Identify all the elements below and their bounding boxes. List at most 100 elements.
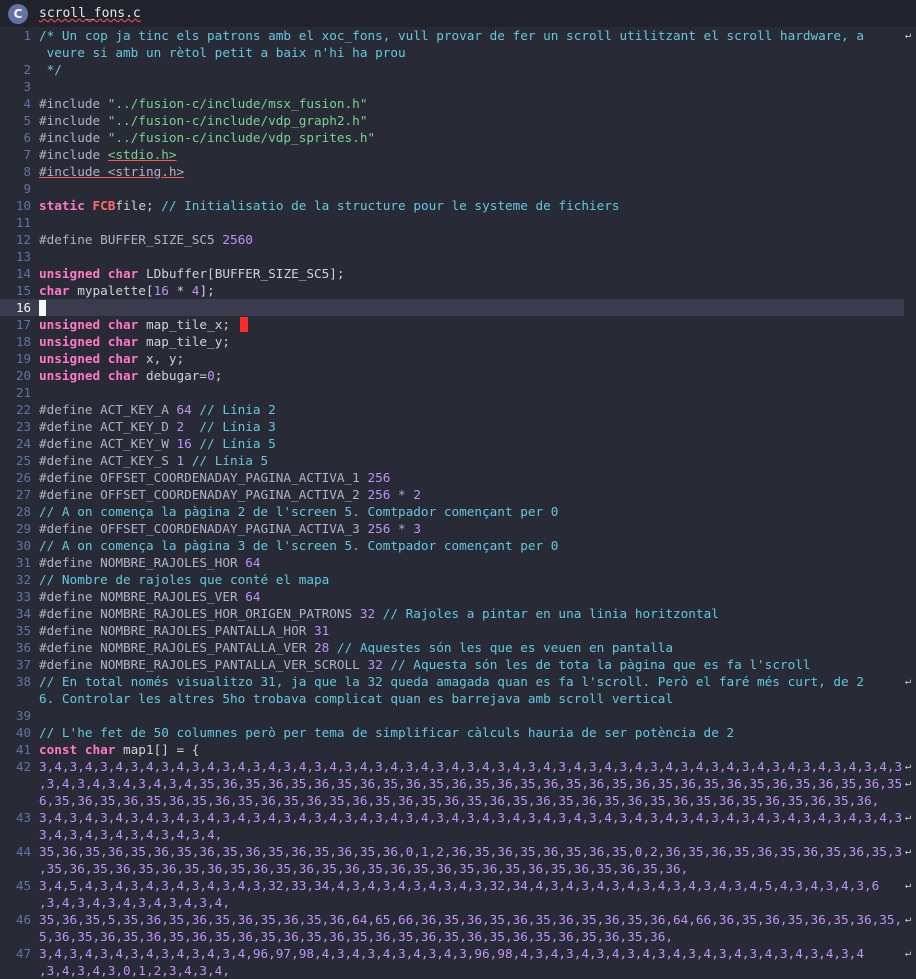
line-number: 23	[15, 419, 31, 434]
code-editor[interactable]: 1 /* Un cop ja tinc els patrons amb el xo…	[0, 27, 916, 979]
code-token: ,3,4,3,4,3,4,3,4,3,4,3,4,	[39, 895, 230, 910]
code-line[interactable]: static FCBfile; // Initialisatio de la s…	[39, 197, 903, 214]
code-token: ;	[214, 368, 223, 383]
code-line[interactable]: 3,4,3,4,3,4,3,4,3,4,3,4,	[39, 826, 903, 843]
line-number: 44	[15, 844, 31, 859]
current-line-highlight	[0, 299, 904, 316]
line-number: 21	[15, 385, 31, 400]
code-token: debugar=	[145, 368, 208, 383]
code-line[interactable]: 3,4,3,4,3,4,3,4,3,4,3,4,3,4,3,4,3,4,3,4,…	[39, 809, 903, 826]
code-line[interactable]: 35,36,35,36,35,36,35,36,35,36,35,36,35,3…	[39, 843, 903, 860]
code-line[interactable]: #define NOMBRE_RAJOLES_PANTALLA_HOR 31	[39, 622, 903, 639]
code-line[interactable]: #define NOMBRE_RAJOLES_PANTALLA_VER 28 /…	[39, 639, 903, 656]
code-line[interactable]: unsigned char LDbuffer[BUFFER_SIZE_SC5];	[39, 265, 903, 282]
code-token: LDbuffer[BUFFER_SIZE_SC5];	[145, 266, 345, 281]
code-line[interactable]: unsigned char map_tile_y;	[39, 333, 903, 350]
editor-tab-bar: C scroll_fons.c	[0, 0, 916, 27]
line-number: 25	[15, 453, 31, 468]
code-token: "../fusion-c/include/vdp_graph2.h"	[107, 113, 368, 128]
line-number: 38	[15, 674, 31, 689]
code-line[interactable]: ,35,36,35,36,35,36,35,36,35,36,35,36,35,…	[39, 860, 903, 877]
code-token: 256	[367, 487, 391, 502]
code-line[interactable]: 6,35,36,35,36,35,36,35,36,35,36,35,36,35…	[39, 792, 903, 809]
line-wrap-icon: ↵	[905, 914, 912, 925]
code-line[interactable]: #define NOMBRE_RAJOLES_HOR 64	[39, 554, 903, 571]
code-line[interactable]: // A on comença la pàgina 2 de l'screen …	[39, 503, 903, 520]
code-line[interactable]: #define OFFSET_COORDENADAY_PAGINA_ACTIVA…	[39, 486, 903, 503]
code-token: 32	[359, 606, 376, 621]
code-line[interactable]: veure si amb un rètol petit a baix n'hi …	[39, 44, 903, 61]
line-number: 36	[15, 640, 31, 655]
code-token: #define ACT_KEY_A	[39, 402, 177, 417]
line-number: 27	[15, 487, 31, 502]
code-token: file;	[115, 198, 162, 213]
code-line[interactable]: #define BUFFER_SIZE_SC5 2560	[39, 231, 903, 248]
code-line[interactable]: #define NOMBRE_RAJOLES_VER 64	[39, 588, 903, 605]
code-line[interactable]: #include "../fusion-c/include/msx_fusion…	[39, 95, 903, 112]
code-line[interactable]: #define NOMBRE_RAJOLES_HOR_ORIGEN_PATRON…	[39, 605, 903, 622]
code-token: 3,4,3,4,3,4,3,4,3,4,3,4,3,4,96,97,98,4,3…	[39, 946, 864, 961]
error-marker-icon	[240, 317, 248, 332]
code-line[interactable]: // En total només visualitzo 31, ja que …	[39, 673, 903, 690]
code-line[interactable]: 3,4,3,4,3,4,3,4,3,4,3,4,3,4,96,97,98,4,3…	[39, 945, 903, 962]
code-line[interactable]: #define OFFSET_COORDENADAY_PAGINA_ACTIVA…	[39, 469, 903, 486]
code-token: 64	[245, 555, 261, 570]
code-token: ,35,36,35,36,35,36,35,36,35,36,35,36,35,…	[39, 861, 689, 876]
code-line[interactable]: #define OFFSET_COORDENADAY_PAGINA_ACTIVA…	[39, 520, 903, 537]
code-line[interactable]: unsigned char map_tile_x;	[39, 316, 903, 333]
code-line[interactable]: #define ACT_KEY_A 64 // Línia 2	[39, 401, 903, 418]
code-token: 28	[314, 640, 330, 655]
code-line[interactable]: 3,4,3,4,3,4,3,4,3,4,3,4,3,4,3,4,3,4,3,4,…	[39, 758, 903, 775]
code-line[interactable]: */	[39, 61, 903, 78]
code-line[interactable]: // Nombre de rajoles que conté el mapa	[39, 571, 903, 588]
code-line[interactable]: ,3,4,3,4,3,0,1,2,3,4,3,4,	[39, 962, 903, 979]
code-line[interactable]: #define ACT_KEY_W 16 // Línia 5	[39, 435, 903, 452]
code-line[interactable]: unsigned char x, y;	[39, 350, 903, 367]
code-line[interactable]: const char map1[] = {	[39, 741, 903, 758]
code-token: map_tile_x;	[145, 317, 230, 332]
code-line[interactable]: 6. Controlar les altres 5ho trobava comp…	[39, 690, 903, 707]
line-number: 46	[15, 912, 31, 927]
line-wrap-icon: ↵	[905, 812, 912, 823]
line-number: 24	[15, 436, 31, 451]
code-line[interactable]: 5,36,35,36,35,36,35,36,35,36,35,36,35,36…	[39, 928, 903, 945]
code-line[interactable]: 3,4,5,4,3,4,3,4,3,4,3,4,3,4,3,32,33,34,4…	[39, 877, 903, 894]
code-line[interactable]: unsigned char debugar=0;	[39, 367, 903, 384]
code-token: 0	[207, 368, 215, 383]
code-line[interactable]: #include <stdio.h>	[39, 146, 903, 163]
code-token: 3,4,3,4,3,4,3,4,3,4,3,4,3,4,3,4,3,4,3,4,…	[39, 810, 903, 825]
code-line[interactable]: ,3,4,3,4,3,4,3,4,3,4,35,36,35,36,35,36,3…	[39, 775, 903, 792]
line-number: 31	[15, 555, 31, 570]
line-number: 35	[15, 623, 31, 638]
file-tab-title[interactable]: scroll_fons.c	[39, 5, 141, 22]
line-wrap-icon: ↵	[905, 880, 912, 891]
line-number: 20	[15, 368, 31, 383]
line-wrap-icon: ↵	[905, 676, 912, 687]
code-line[interactable]: ,3,4,3,4,3,4,3,4,3,4,3,4,	[39, 894, 903, 911]
code-line[interactable]: // A on comença la pàgina 3 de l'screen …	[39, 537, 903, 554]
code-line[interactable]: /* Un cop ja tinc els patrons amb el xoc…	[39, 27, 903, 44]
code-line[interactable]: #define ACT_KEY_D 2 // Línia 3	[39, 418, 903, 435]
code-token: 2	[413, 487, 421, 502]
code-token: #define OFFSET_COORDENADAY_PAGINA_ACTIVA…	[39, 521, 368, 536]
code-token: #define OFFSET_COORDENADAY_PAGINA_ACTIVA…	[39, 470, 368, 485]
code-line[interactable]: // L'he fet de 50 columnes però per tema…	[39, 724, 903, 741]
line-number: 33	[15, 589, 31, 604]
code-line[interactable]: #include "../fusion-c/include/vdp_sprite…	[39, 129, 903, 146]
code-token: #define ACT_KEY_D	[39, 419, 177, 434]
code-line[interactable]: #define NOMBRE_RAJOLES_PANTALLA_VER_SCRO…	[39, 656, 903, 673]
code-line[interactable]: #define ACT_KEY_S 1 // Línia 5	[39, 452, 903, 469]
code-line[interactable]: char mypalette[16 * 4];	[39, 282, 903, 299]
code-token: #include	[39, 147, 108, 162]
code-token: // Aquesta són les de tota la pàgina que…	[382, 657, 811, 672]
code-token: <stdio.h>	[107, 147, 177, 162]
code-token: 64	[245, 589, 261, 604]
line-number: 15	[15, 283, 31, 298]
code-token: 3	[413, 521, 421, 536]
code-line[interactable]: #include <string.h>	[39, 163, 903, 180]
code-token: veure si amb un rètol petit a baix n'hi …	[39, 45, 406, 60]
code-token: ];	[199, 283, 215, 298]
code-line[interactable]: 35,36,35,5,35,36,35,36,35,36,35,36,35,36…	[39, 911, 903, 928]
code-line[interactable]: #include "../fusion-c/include/vdp_graph2…	[39, 112, 903, 129]
line-number: 30	[15, 538, 31, 553]
